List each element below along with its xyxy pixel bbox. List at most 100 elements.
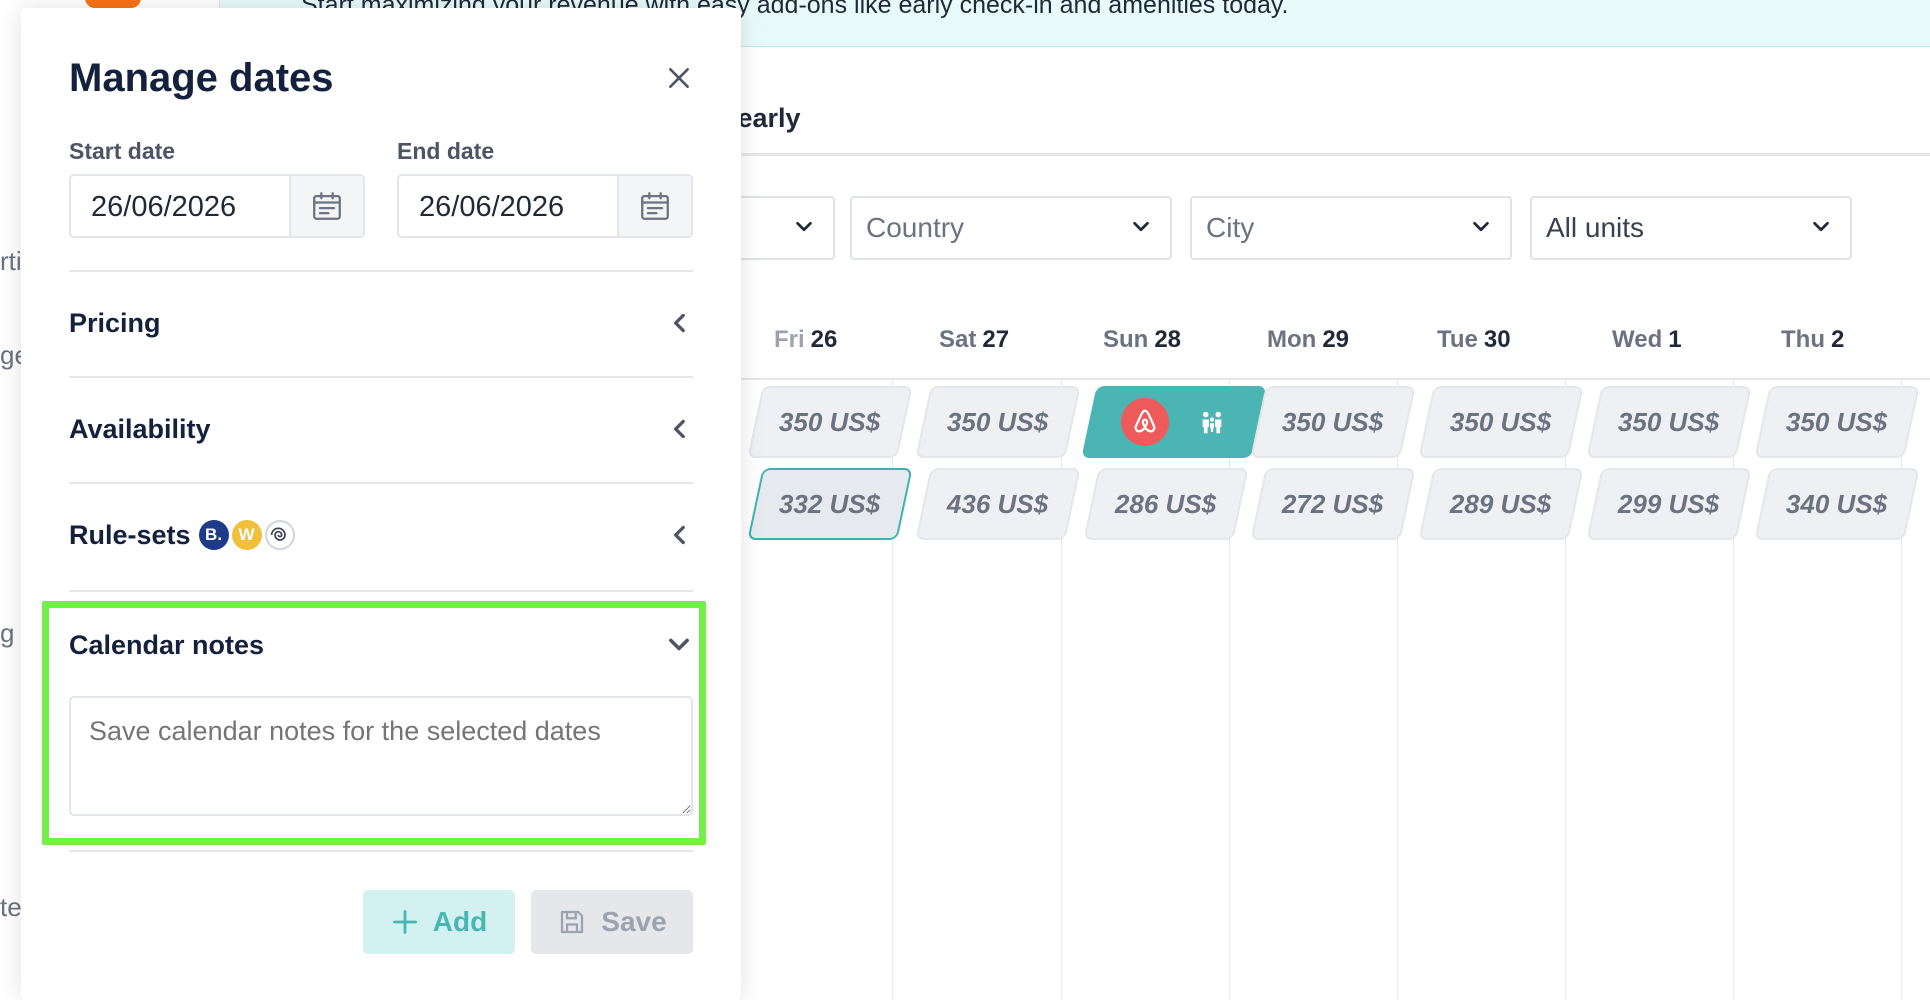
nav-fragment[interactable]: rti: [0, 246, 22, 277]
calendar-notes-section-title: Calendar notes: [69, 629, 265, 660]
add-button[interactable]: Add: [363, 890, 515, 954]
start-date-calendar-button[interactable]: [289, 176, 363, 236]
day-header-date: 28: [1154, 326, 1182, 353]
price-cell-value: 332 US$: [779, 488, 881, 519]
price-cell[interactable]: 350 US$: [1250, 386, 1416, 458]
price-cell[interactable]: 272 US$: [1250, 468, 1416, 540]
price-cell[interactable]: 350 US$: [747, 386, 913, 458]
save-button-label: Save: [601, 906, 667, 937]
price-cell[interactable]: 350 US$: [1586, 386, 1752, 458]
availability-section-title: Availability: [69, 413, 211, 444]
chevron-down-icon: [1473, 221, 1489, 232]
spiral-icon: [270, 527, 286, 541]
chevron-down-icon: [1133, 221, 1149, 232]
chevron-down-icon: [669, 638, 689, 651]
booking-com-badge: B.: [198, 520, 229, 550]
close-icon: [669, 68, 689, 88]
end-date-calendar-button[interactable]: [617, 176, 691, 236]
day-header: Sat 27: [939, 326, 1009, 354]
price-cell-value: 350 US$: [947, 406, 1049, 437]
day-header-weekday: Mon: [1267, 326, 1317, 353]
chevron-down-icon: [796, 221, 812, 232]
price-cell-value: 272 US$: [1282, 488, 1384, 519]
save-icon: [561, 910, 584, 934]
day-header: Wed 1: [1612, 326, 1682, 354]
price-cell-value: 289 US$: [1450, 488, 1552, 519]
plus-icon: [392, 910, 417, 934]
day-header-date: 2: [1830, 326, 1845, 353]
grid-header-divider: [721, 378, 1930, 380]
save-button[interactable]: Save: [531, 890, 693, 954]
end-date-label: End date: [397, 138, 495, 164]
price-cell[interactable]: 286 US$: [1083, 468, 1249, 540]
calendar-icon: [641, 192, 669, 220]
day-header-weekday: Sun: [1103, 326, 1149, 353]
day-header: Thu 2: [1781, 326, 1844, 354]
price-cell[interactable]: 289 US$: [1418, 468, 1584, 540]
airbnb-icon: [1121, 398, 1169, 446]
app-logo: [85, 0, 141, 8]
price-cell-value: 286 US$: [1115, 488, 1217, 519]
chevron-left-icon: [674, 419, 685, 439]
day-header-date: 29: [1322, 326, 1350, 353]
calendar-notes-textarea[interactable]: [69, 696, 693, 816]
end-date-value: 26/06/2026: [419, 191, 565, 223]
section-divider: [69, 850, 693, 852]
city-select-label: City: [1206, 212, 1255, 243]
start-date-label: Start date: [69, 138, 176, 164]
day-header: Mon 29: [1267, 326, 1349, 354]
availability-section-header[interactable]: Availability: [69, 409, 693, 449]
calendar-notes-section-header[interactable]: Calendar notes: [69, 625, 693, 665]
section-divider: [69, 590, 693, 592]
price-cell-value: 299 US$: [1618, 488, 1720, 519]
chevron-left-icon: [674, 313, 685, 333]
section-divider: [69, 270, 693, 272]
price-cell-selected[interactable]: 332 US$: [747, 468, 913, 540]
end-date-field[interactable]: 26/06/2026: [397, 174, 693, 238]
price-cell[interactable]: 340 US$: [1754, 468, 1920, 540]
first-filter-select[interactable]: [731, 196, 835, 260]
pricing-section-header[interactable]: Pricing: [69, 303, 693, 343]
price-cell[interactable]: 350 US$: [915, 386, 1081, 458]
modal-title: Manage dates: [69, 56, 334, 100]
city-select[interactable]: City: [1190, 196, 1512, 260]
booking-block[interactable]: [1081, 386, 1267, 458]
price-cell-value: 350 US$: [1450, 406, 1552, 437]
calendar-icon: [313, 192, 341, 220]
rule-sets-section-header[interactable]: Rule-sets B. W: [69, 515, 693, 555]
country-select[interactable]: Country: [850, 196, 1172, 260]
day-header-date: 30: [1483, 326, 1511, 353]
tab-underline: [721, 153, 1930, 156]
day-header-weekday: Fri: [774, 326, 805, 353]
price-cell[interactable]: 350 US$: [1754, 386, 1920, 458]
w-badge: W: [231, 520, 262, 550]
booking-block-content: [1121, 398, 1227, 446]
day-header: Sun 28: [1103, 326, 1181, 354]
price-cell-value: 350 US$: [1282, 406, 1384, 437]
spiral-badge-icon: [264, 520, 295, 550]
price-cell[interactable]: 299 US$: [1586, 468, 1752, 540]
day-header-weekday: Sat: [939, 326, 977, 353]
section-divider: [69, 482, 693, 484]
nav-fragment[interactable]: te: [0, 892, 22, 923]
day-header-date: 27: [982, 326, 1010, 353]
manage-dates-modal: Manage dates Start date 26/06/2026 End d…: [21, 8, 741, 1000]
units-select[interactable]: All units: [1530, 196, 1852, 260]
chevron-down-icon: [1813, 221, 1829, 232]
day-header-date: 26: [810, 326, 838, 353]
nav-fragment[interactable]: g: [0, 618, 14, 649]
rule-sets-label: Rule-sets: [69, 519, 191, 550]
start-date-field[interactable]: 26/06/2026: [69, 174, 365, 238]
rule-set-badges: B. W: [198, 520, 295, 550]
section-divider: [69, 376, 693, 378]
price-cell[interactable]: 436 US$: [915, 468, 1081, 540]
price-cell[interactable]: 350 US$: [1418, 386, 1584, 458]
price-cell-value: 350 US$: [1618, 406, 1720, 437]
add-button-label: Add: [432, 906, 488, 937]
guests-icon: [1202, 411, 1222, 434]
day-header-weekday: Tue: [1437, 326, 1478, 353]
units-select-label: All units: [1546, 212, 1645, 243]
price-cell-value: 340 US$: [1786, 488, 1888, 519]
close-button[interactable]: [661, 60, 697, 96]
rule-sets-section-title: Rule-sets B. W: [69, 520, 295, 551]
